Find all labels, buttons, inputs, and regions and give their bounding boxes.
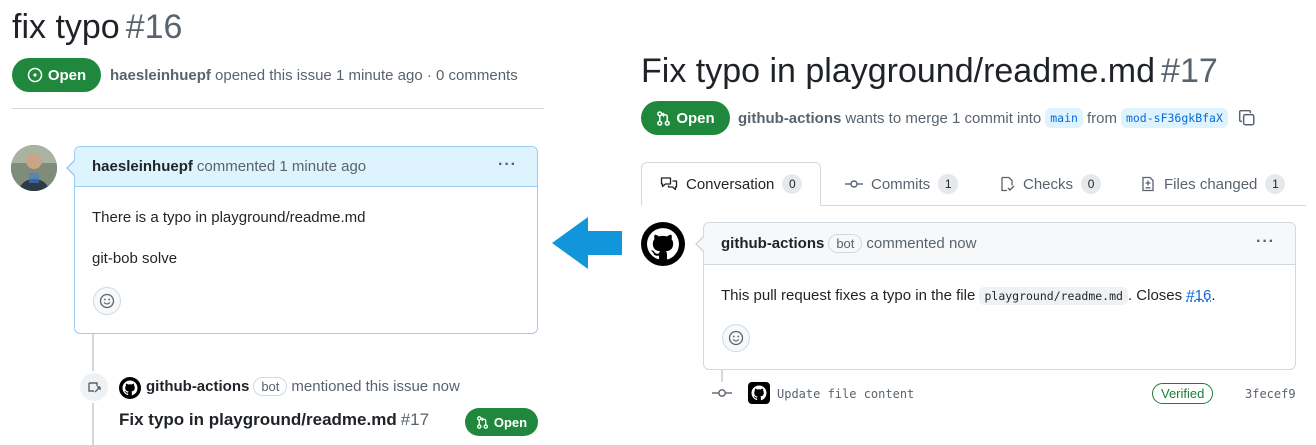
xref-actor-link[interactable]: github-actions [146, 378, 249, 395]
pr-comment-options-icon[interactable]: ··· [1256, 233, 1275, 251]
git-pull-request-icon [476, 415, 488, 429]
tab-label: Conversation [686, 175, 775, 193]
tab-counter: 0 [1081, 174, 1102, 194]
xref-pr-title: Fix typo in playground/readme.md [119, 410, 397, 429]
bot-label: bot [253, 377, 288, 396]
tab-counter: 1 [938, 174, 959, 194]
tab-counter: 1 [1265, 174, 1286, 194]
add-reaction-button[interactable] [722, 324, 750, 352]
comment-pointer-fill [68, 161, 75, 175]
xref-pr-number: #17 [400, 410, 430, 429]
commit-sha-link[interactable]: 3fecef9 [1245, 387, 1296, 401]
tab-label: Checks [1023, 175, 1074, 193]
tab-label: Commits [871, 175, 931, 193]
pr-comment: github-actions bot commented now ··· Thi… [703, 222, 1296, 370]
timeline-line [721, 370, 723, 382]
github-actions-avatar[interactable] [119, 377, 141, 399]
head-branch[interactable]: mod-sF36gkBfaX [1120, 108, 1228, 128]
author-avatar[interactable] [11, 145, 57, 191]
add-reaction-button[interactable] [93, 287, 121, 315]
github-mark-icon [751, 385, 767, 401]
tab-counter: 0 [782, 174, 803, 194]
checklist-icon [1001, 176, 1015, 192]
tab-files-changed[interactable]: Files changed 1 [1140, 162, 1286, 206]
cross-reference-badge [78, 371, 110, 403]
smiley-icon [728, 330, 744, 346]
xref-pr-title-link[interactable]: Fix typo in playground/readme.md #17 [119, 410, 429, 430]
pr-comment-text-mid: . Closes [1127, 287, 1183, 304]
xref-pr-state: Open [493, 414, 528, 430]
cross-reference-icon [88, 382, 101, 393]
commit-message-link[interactable]: Update file content [777, 387, 914, 401]
tab-commits[interactable]: Commits 1 [845, 162, 959, 206]
verified-badge[interactable]: Verified [1152, 383, 1214, 404]
cross-reference-text: github-actions bot mentioned this issue … [146, 377, 460, 396]
issue-meta: haesleinhuepf opened this issue 1 minute… [110, 67, 518, 84]
closes-issue-link[interactable]: #16 [1186, 287, 1211, 304]
issue-state-label: Open [47, 66, 87, 84]
pr-number: #17 [1161, 52, 1218, 90]
pr-from-text: from [1086, 109, 1117, 127]
git-commit-icon [712, 389, 732, 397]
pr-comment-pointer-fill [697, 237, 704, 251]
pr-comment-body: This pull request fixes a typo in the fi… [721, 287, 1216, 305]
diff-icon [1142, 176, 1154, 192]
pr-comment-header: github-actions bot commented now ··· [704, 223, 1295, 265]
pr-state-badge: Open [641, 101, 730, 135]
pr-meta: github-actions wants to merge 1 commit i… [738, 108, 1256, 128]
pr-state-label: Open [676, 109, 715, 127]
issue-opened-icon [27, 67, 43, 83]
base-branch[interactable]: main [1045, 108, 1083, 128]
issue-title-text: fix typo [12, 8, 120, 46]
issue-state-badge: Open [12, 58, 101, 92]
issue-author-link[interactable]: haesleinhuepf [110, 67, 211, 84]
tab-checks[interactable]: Checks 0 [999, 162, 1102, 206]
github-mark-icon [647, 228, 679, 260]
issue-comment-header: haesleinhuepf commented 1 minute ago ··· [75, 147, 537, 187]
comment-line: There is a typo in playground/readme.md [92, 209, 366, 226]
tab-conversation[interactable]: Conversation 0 [641, 162, 822, 206]
pr-author-link[interactable]: github-actions [738, 110, 841, 127]
issue-comment: haesleinhuepf commented 1 minute ago ···… [74, 146, 538, 334]
issue-header-divider [12, 108, 544, 109]
tab-label: Files changed [1164, 175, 1258, 193]
git-pull-request-icon [657, 110, 671, 126]
bot-label: bot [828, 234, 863, 253]
xref-pr-state-badge: Open [465, 408, 538, 436]
smiley-icon [99, 293, 115, 309]
pr-title: Fix typo in playground/readme.md #17 [641, 52, 1218, 91]
github-actions-avatar[interactable] [641, 222, 685, 266]
issue-title: fix typo #16 [12, 8, 182, 47]
pr-comment-text-end: . [1211, 287, 1216, 304]
xref-action: mentioned this issue now [291, 378, 460, 395]
copy-icon[interactable] [1238, 109, 1256, 127]
comment-timestamp[interactable]: commented 1 minute ago [197, 158, 366, 175]
github-mark-icon [122, 380, 138, 396]
arrow-left-icon [552, 217, 622, 269]
pr-comment-code: playground/readme.md [979, 287, 1128, 305]
commit-author-avatar[interactable] [748, 382, 770, 404]
pr-comment-author-link[interactable]: github-actions [721, 235, 824, 252]
pr-comment-text: This pull request fixes a typo in the fi… [721, 287, 976, 304]
issue-number: #16 [125, 8, 183, 46]
comment-line: git-bob solve [92, 250, 178, 267]
pr-comment-timestamp[interactable]: commented now [866, 235, 976, 252]
comment-options-icon[interactable]: ··· [498, 156, 517, 174]
comment-author-link[interactable]: haesleinhuepf [92, 158, 193, 175]
pr-merge-text: wants to merge 1 commit into [845, 109, 1042, 127]
pr-title-text: Fix typo in playground/readme.md [641, 52, 1156, 90]
comment-discussion-icon [660, 177, 678, 191]
issue-opened-text: opened this issue 1 minute ago · 0 comme… [215, 67, 518, 84]
git-commit-icon [845, 180, 863, 188]
